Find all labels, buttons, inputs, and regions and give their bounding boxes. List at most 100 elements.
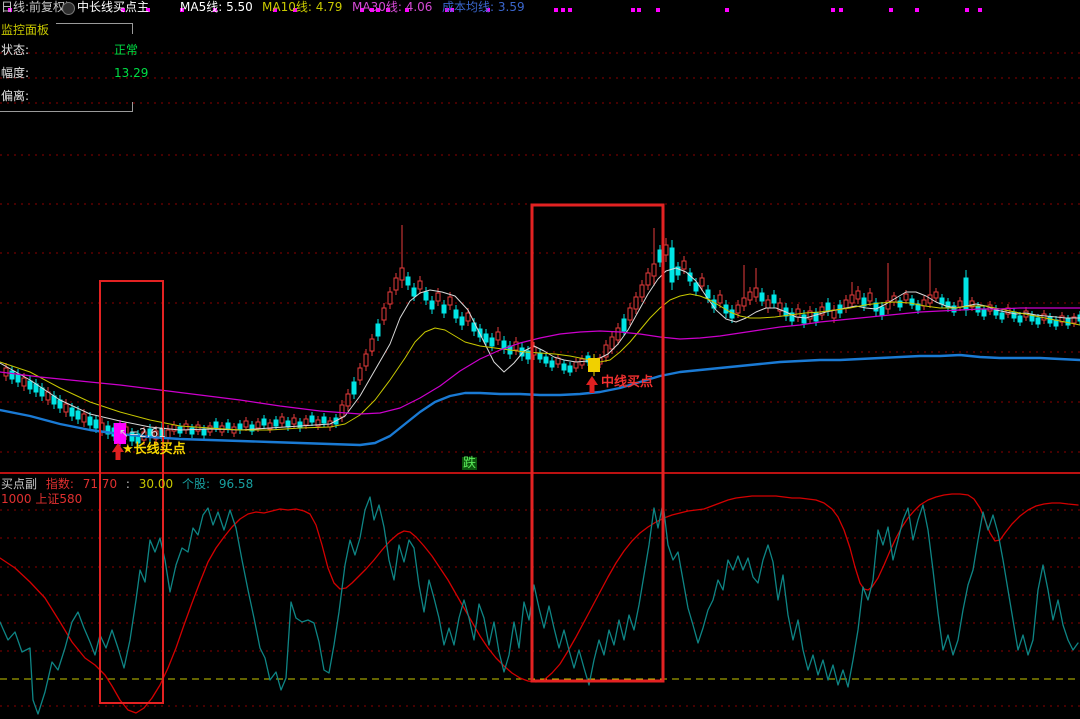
candle-body <box>964 278 968 310</box>
ma5-label: MA5线: <box>180 0 222 14</box>
signal-dot <box>568 8 572 12</box>
monitor-row-status-value: 正常 <box>114 44 138 57</box>
candle-body <box>766 300 770 308</box>
ma10-legend: MA10线: 4.79 <box>262 1 342 14</box>
ma30-label: MA30线: <box>352 0 402 14</box>
candle-body <box>664 245 668 255</box>
candle-body <box>424 292 428 300</box>
candle-body <box>622 319 626 331</box>
candle-body <box>844 300 848 308</box>
mid-buy-signal-candle <box>588 358 600 372</box>
ma5-value: 5.50 <box>226 0 253 14</box>
long-buy-signal-label: ★长线买点 <box>122 443 186 456</box>
candle-body <box>772 295 776 303</box>
candle-body <box>484 334 488 342</box>
candle-body <box>190 428 194 434</box>
candle-body <box>562 364 566 370</box>
candle-body <box>748 292 752 300</box>
monitor-row-amplitude-value: 13.29 <box>114 67 148 80</box>
candle-body <box>802 315 806 323</box>
candle-body <box>166 430 170 438</box>
monitor-panel-border <box>132 23 133 34</box>
candle-body <box>286 421 290 427</box>
candle-body <box>466 313 470 321</box>
candle-body <box>568 366 572 372</box>
period-label[interactable]: 日线:前复权) <box>1 1 70 14</box>
signal-dot <box>965 8 969 12</box>
candle-body <box>376 324 380 336</box>
signal-dot <box>637 8 641 12</box>
monitor-panel-border <box>56 23 133 24</box>
candle-body <box>826 303 830 311</box>
monitor-panel-border <box>0 111 133 112</box>
candle-body <box>64 404 68 412</box>
fall-tag-label: 跌 <box>462 457 477 470</box>
candle-body <box>10 371 14 379</box>
signal-dot <box>725 8 729 12</box>
ma10-label: MA10线: <box>262 0 312 14</box>
signal-dot <box>631 8 635 12</box>
star-icon: ★ <box>122 442 134 457</box>
candle-body <box>394 278 398 290</box>
trading-terminal-window: 日线:前复权) 中长线买点主 MA5线: 5.50 MA10线: 4.79 MA… <box>0 0 1080 719</box>
indicator-status-icon[interactable] <box>62 2 75 15</box>
candle-body <box>448 297 452 305</box>
candle-body <box>1036 318 1040 324</box>
candle-body <box>358 368 362 380</box>
candle-body <box>754 288 758 297</box>
candle-body <box>388 292 392 304</box>
candle-body <box>850 295 854 303</box>
candle-body <box>544 357 548 363</box>
candle-body <box>244 421 248 427</box>
price-note-label: ↖=2.61 <box>119 427 166 440</box>
candle-body <box>262 419 266 425</box>
cost-line-legend: 成本均线: 3.59 <box>442 1 525 14</box>
candle-body <box>538 353 542 359</box>
mid-buy-signal-label: 中线买点 <box>601 376 653 389</box>
candle-body <box>904 294 908 300</box>
candle-body <box>856 291 860 299</box>
candle-body <box>22 378 26 386</box>
ma5-legend: MA5线: 5.50 <box>180 1 253 14</box>
long-buy-text: 长线买点 <box>134 442 186 457</box>
candle-body <box>76 411 80 419</box>
candle-body <box>652 264 656 276</box>
sub-stock-label: 个股: <box>182 477 210 491</box>
candle-body <box>832 310 836 318</box>
indicator-name[interactable]: 中长线买点主 <box>77 1 149 14</box>
candle-body <box>610 337 614 349</box>
candle-body <box>736 305 740 313</box>
main-chart-canvas[interactable] <box>0 0 1080 719</box>
signal-dot <box>656 8 660 12</box>
candle-body <box>172 425 176 431</box>
candle-body <box>940 298 944 304</box>
sub-index-label: 指数: <box>46 477 74 491</box>
candle-body <box>1000 313 1004 319</box>
candle-body <box>868 293 872 301</box>
candle-body <box>82 414 86 422</box>
candle-body <box>742 298 746 306</box>
candle-body <box>88 417 92 425</box>
signal-dot <box>561 8 565 12</box>
candle-body <box>256 422 260 428</box>
candle-body <box>202 429 206 435</box>
candle-body <box>646 273 650 285</box>
candle-body <box>70 408 74 416</box>
candle-body <box>694 283 698 291</box>
candle-body <box>490 338 494 346</box>
sub-stock-value: 96.58 <box>219 477 253 491</box>
candle-body <box>406 277 410 285</box>
candle-body <box>1042 314 1046 320</box>
signal-dot <box>915 8 919 12</box>
candle-body <box>628 308 632 320</box>
cost-value: 3.59 <box>498 0 525 14</box>
candle-body <box>760 293 764 301</box>
highlight-box <box>532 205 663 681</box>
candle-body <box>880 307 884 315</box>
candle-body <box>718 295 722 303</box>
candle-body <box>730 310 734 318</box>
signal-dot <box>978 8 982 12</box>
sub-indicator-name[interactable]: 买点副 <box>1 477 37 491</box>
monitor-panel-title: 监控面板 <box>1 24 49 37</box>
candle-body <box>1048 317 1052 323</box>
